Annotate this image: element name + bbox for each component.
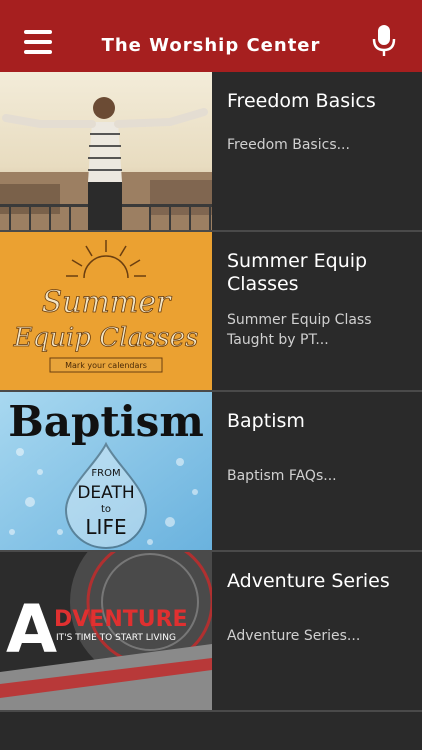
freedom-basics-thumbnail: [0, 72, 212, 230]
adventure-thumb-tagline: IT'S TIME TO START LIVING: [56, 633, 176, 643]
list-item-baptism[interactable]: Baptism FROM DEATH to LIFE Baptism Bapti…: [0, 392, 422, 552]
summer-equip-thumbnail: Summer Equip Classes Mark your calendars: [0, 232, 212, 390]
item-subtitle: Summer Equip Class Taught by PT...: [227, 312, 372, 348]
item-subtitle: Baptism FAQs...: [227, 468, 337, 484]
baptism-thumb-headline: Baptism: [8, 397, 204, 446]
app-title: The Worship Center: [101, 34, 321, 56]
baptism-thumb-to: to: [101, 504, 111, 515]
summer-equip-thumb-tag: Mark your calendars: [65, 361, 147, 370]
list-item-summer-equip[interactable]: Summer Equip Classes Mark your calendars…: [0, 232, 422, 392]
item-title: Summer Equip Classes: [227, 250, 368, 295]
item-title: Freedom Basics: [227, 90, 376, 112]
list-item-text: Freedom Basics Freedom Basics...: [212, 72, 422, 230]
content-list: Freedom Basics Freedom Basics... Summer …: [0, 72, 422, 712]
summer-equip-thumb-line1: Summer: [42, 285, 173, 320]
baptism-thumb-death: DEATH: [77, 483, 134, 503]
bottom-area: [0, 712, 422, 750]
item-title: Adventure Series: [227, 570, 390, 592]
item-title: Baptism: [227, 410, 305, 432]
list-item-text: Summer Equip Classes Summer Equip Class …: [212, 232, 422, 390]
list-item-adventure[interactable]: A DVENTURE IT'S TIME TO START LIVING Adv…: [0, 552, 422, 712]
summer-equip-thumb-line2: Equip Classes: [13, 323, 199, 353]
item-subtitle: Adventure Series...: [227, 628, 361, 644]
hamburger-menu-icon[interactable]: [24, 30, 52, 54]
list-item-text: Adventure Series Adventure Series...: [212, 552, 422, 710]
baptism-thumb-from: FROM: [91, 468, 120, 479]
adventure-thumbnail: A DVENTURE IT'S TIME TO START LIVING: [0, 552, 212, 710]
baptism-thumbnail: Baptism FROM DEATH to LIFE: [0, 392, 212, 550]
adventure-thumb-rest: DVENTURE: [54, 607, 188, 632]
app-header: The Worship Center: [0, 0, 422, 72]
adventure-thumb-a: A: [6, 591, 57, 668]
baptism-thumb-life: LIFE: [85, 515, 126, 539]
list-item-text: Baptism Baptism FAQs...: [212, 392, 422, 550]
item-subtitle: Freedom Basics...: [227, 137, 350, 153]
microphone-icon[interactable]: [372, 24, 396, 58]
list-item-freedom-basics[interactable]: Freedom Basics Freedom Basics...: [0, 72, 422, 232]
